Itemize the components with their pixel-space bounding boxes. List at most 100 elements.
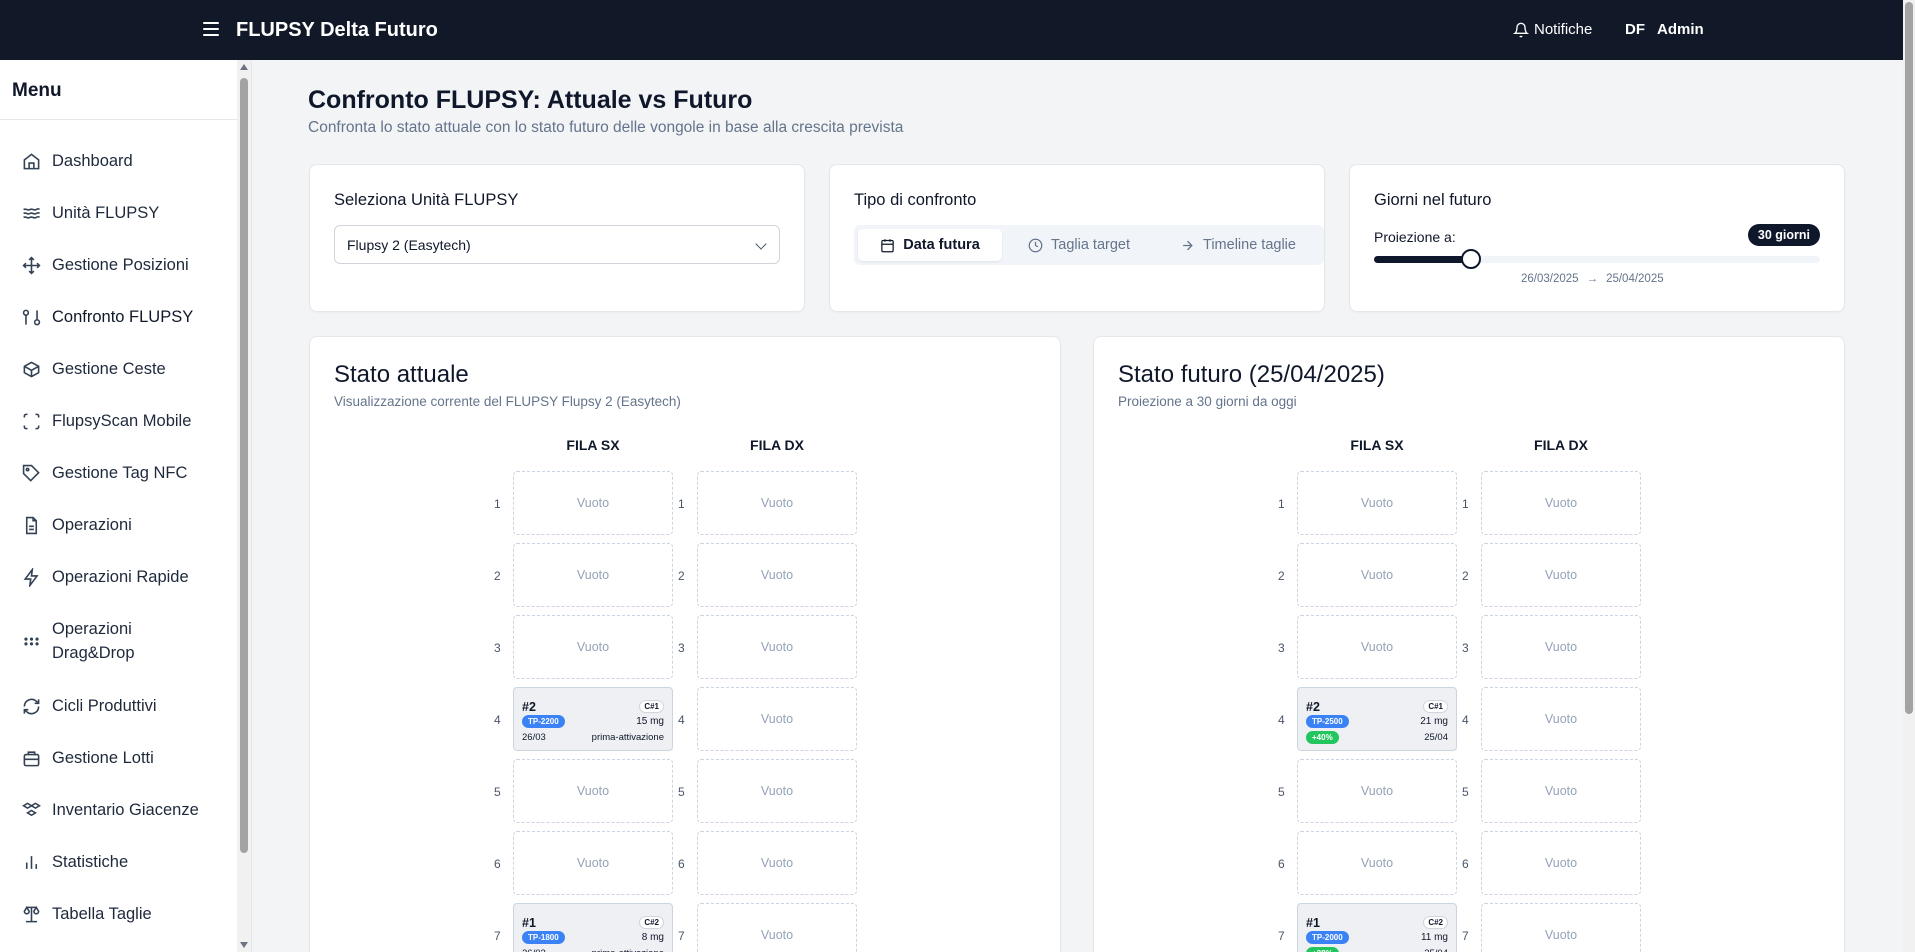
days-slider[interactable] <box>1374 249 1820 269</box>
sidebar-item-confronto-flupsy[interactable]: Confronto FLUPSY <box>22 305 193 329</box>
future-state-subtitle: Proiezione a 30 giorni da oggi <box>1118 394 1297 409</box>
sidebar-item-operazioni[interactable]: Operazioni <box>22 513 132 537</box>
empty-slot[interactable]: Vuoto <box>697 543 857 607</box>
row-number: 5 <box>1278 785 1285 799</box>
sidebar-item-unit-flupsy[interactable]: Unità FLUPSY <box>22 201 159 225</box>
sidebar-item-gestione-lotti[interactable]: Gestione Lotti <box>22 746 154 770</box>
empty-slot[interactable]: Vuoto <box>697 471 857 535</box>
empty-slot[interactable]: Vuoto <box>697 759 857 823</box>
days-slider-handle[interactable] <box>1461 249 1481 269</box>
empty-slot[interactable]: Vuoto <box>513 471 673 535</box>
basket-number: #1 <box>522 916 536 930</box>
empty-slot[interactable]: Vuoto <box>1297 831 1457 895</box>
sidebar-item-label: Operazioni Drag&Drop <box>52 620 135 662</box>
empty-slot[interactable]: Vuoto <box>1481 615 1641 679</box>
tab-taglia-target-label: Taglia target <box>1051 237 1130 253</box>
row-number: 6 <box>1462 857 1469 871</box>
empty-slot[interactable]: Vuoto <box>1481 903 1641 952</box>
scroll-down-icon[interactable] <box>240 942 248 948</box>
size-tag-badge: TP-2200 <box>522 715 565 728</box>
sidebar-item-tabella-taglie[interactable]: Tabella Taglie <box>22 902 152 926</box>
empty-slot[interactable]: Vuoto <box>1297 543 1457 607</box>
tab-taglia-target[interactable]: Taglia target <box>1004 229 1154 261</box>
calendar-icon <box>881 238 894 252</box>
file-text-icon <box>25 516 38 534</box>
page-scroll-thumb[interactable] <box>1905 2 1913 714</box>
empty-slot[interactable]: Vuoto <box>697 831 857 895</box>
empty-slot[interactable]: Vuoto <box>1297 615 1457 679</box>
empty-slot[interactable]: Vuoto <box>1481 687 1641 751</box>
sidebar-title: Menu <box>0 60 251 120</box>
row-number: 3 <box>678 641 685 655</box>
sidebar-item-inventario-giacenze[interactable]: Inventario Giacenze <box>22 798 199 822</box>
row-number: 2 <box>494 569 501 583</box>
user-name[interactable]: Admin <box>1657 21 1704 38</box>
operation-date: 26/03 <box>522 732 546 743</box>
clock-icon <box>1028 238 1043 252</box>
sidebar-item-gestione-tag-nfc[interactable]: Gestione Tag NFC <box>22 461 187 485</box>
tag-icon <box>22 464 40 482</box>
sidebar-item-gestione-ceste[interactable]: Gestione Ceste <box>22 357 166 381</box>
scan-icon <box>23 413 40 429</box>
sidebar-item-label: Unità FLUPSY <box>52 204 160 222</box>
growth-badge: +38% <box>1306 947 1339 952</box>
empty-slot[interactable]: Vuoto <box>697 687 857 751</box>
zap-icon <box>23 567 39 587</box>
days-future-label: Giorni nel futuro <box>1374 191 1492 209</box>
cycle-badge: C#2 <box>639 916 664 929</box>
projection-label: Proiezione a: <box>1374 229 1456 245</box>
notifications-button[interactable]: Notifiche <box>1513 21 1592 38</box>
cycle-badge: C#1 <box>639 700 664 713</box>
empty-slot[interactable]: Vuoto <box>513 543 673 607</box>
sidebar-item-operazioni-drag-drop[interactable]: Operazioni Drag&Drop <box>22 617 135 665</box>
sidebar-item-label: Statistiche <box>52 853 129 871</box>
row-number: 6 <box>1278 857 1285 871</box>
current-state-title: Stato attuale <box>334 361 469 388</box>
basket-card[interactable]: #2 C#1 TP-2200 15 mg 26/03 prima-attivazione <box>513 687 673 751</box>
row-number: 7 <box>1278 929 1285 943</box>
git-compare-icon <box>22 309 41 325</box>
empty-slot[interactable]: Vuoto <box>513 759 673 823</box>
basket-card[interactable]: #2 C#1 TP-2500 21 mg +40% 25/04 <box>1297 687 1457 751</box>
empty-slot[interactable]: Vuoto <box>513 831 673 895</box>
compare-type-card: Tipo di confronto Data futura Taglia tar… <box>829 164 1325 312</box>
scroll-up-icon[interactable] <box>240 64 248 70</box>
row-number: 5 <box>1462 785 1469 799</box>
sidebar-scrollbar[interactable] <box>237 60 251 952</box>
size-tag-badge: TP-2000 <box>1306 931 1349 944</box>
sidebar-item-statistiche[interactable]: Statistiche <box>22 850 128 874</box>
sidebar-item-gestione-posizioni[interactable]: Gestione Posizioni <box>22 253 189 277</box>
sidebar-item-dashboard[interactable]: Dashboard <box>22 149 133 173</box>
tab-data-futura[interactable]: Data futura <box>858 229 1002 261</box>
empty-slot[interactable]: Vuoto <box>1481 543 1641 607</box>
empty-slot[interactable]: Vuoto <box>697 903 857 952</box>
date-from: 26/03/2025 <box>1521 273 1579 285</box>
empty-slot[interactable]: Vuoto <box>1481 831 1641 895</box>
basket-card[interactable]: #1 C#2 TP-1800 8 mg 26/03 prima-attivazione <box>513 903 673 952</box>
empty-slot[interactable]: Vuoto <box>697 615 857 679</box>
refresh-icon <box>23 698 40 714</box>
sidebar-item-label: Gestione Lotti <box>52 749 154 767</box>
page-scrollbar[interactable] <box>1903 0 1915 952</box>
tab-timeline-taglie[interactable]: Timeline taglie <box>1156 229 1320 261</box>
empty-slot[interactable]: Vuoto <box>1481 759 1641 823</box>
unit-select-label: Seleziona Unità FLUPSY <box>334 191 519 209</box>
sidebar-item-label: Inventario Giacenze <box>52 801 199 819</box>
avatar[interactable]: DF <box>1625 21 1645 38</box>
empty-slot[interactable]: Vuoto <box>1297 471 1457 535</box>
flupsy-unit-select[interactable]: Flupsy 2 (Easytech) <box>334 225 780 264</box>
empty-slot[interactable]: Vuoto <box>1297 759 1457 823</box>
sidebar-item-operazioni-rapide[interactable]: Operazioni Rapide <box>22 565 189 589</box>
row-number: 6 <box>678 857 685 871</box>
home-icon <box>23 152 40 169</box>
empty-slot[interactable]: Vuoto <box>513 615 673 679</box>
sidebar-item-cicli-produttivi[interactable]: Cicli Produttivi <box>22 694 157 718</box>
basket-card[interactable]: #1 C#2 TP-2000 11 mg +38% 25/04 <box>1297 903 1457 952</box>
empty-slot[interactable]: Vuoto <box>1481 471 1641 535</box>
sidebar-scroll-thumb[interactable] <box>240 78 248 853</box>
row-number: 3 <box>494 641 501 655</box>
bell-icon <box>1513 22 1529 37</box>
sidebar-item-label: Operazioni Rapide <box>52 568 189 586</box>
sidebar-item-flupsyscan-mobile[interactable]: FlupsyScan Mobile <box>22 409 191 433</box>
hamburger-menu-icon[interactable] <box>202 19 222 41</box>
